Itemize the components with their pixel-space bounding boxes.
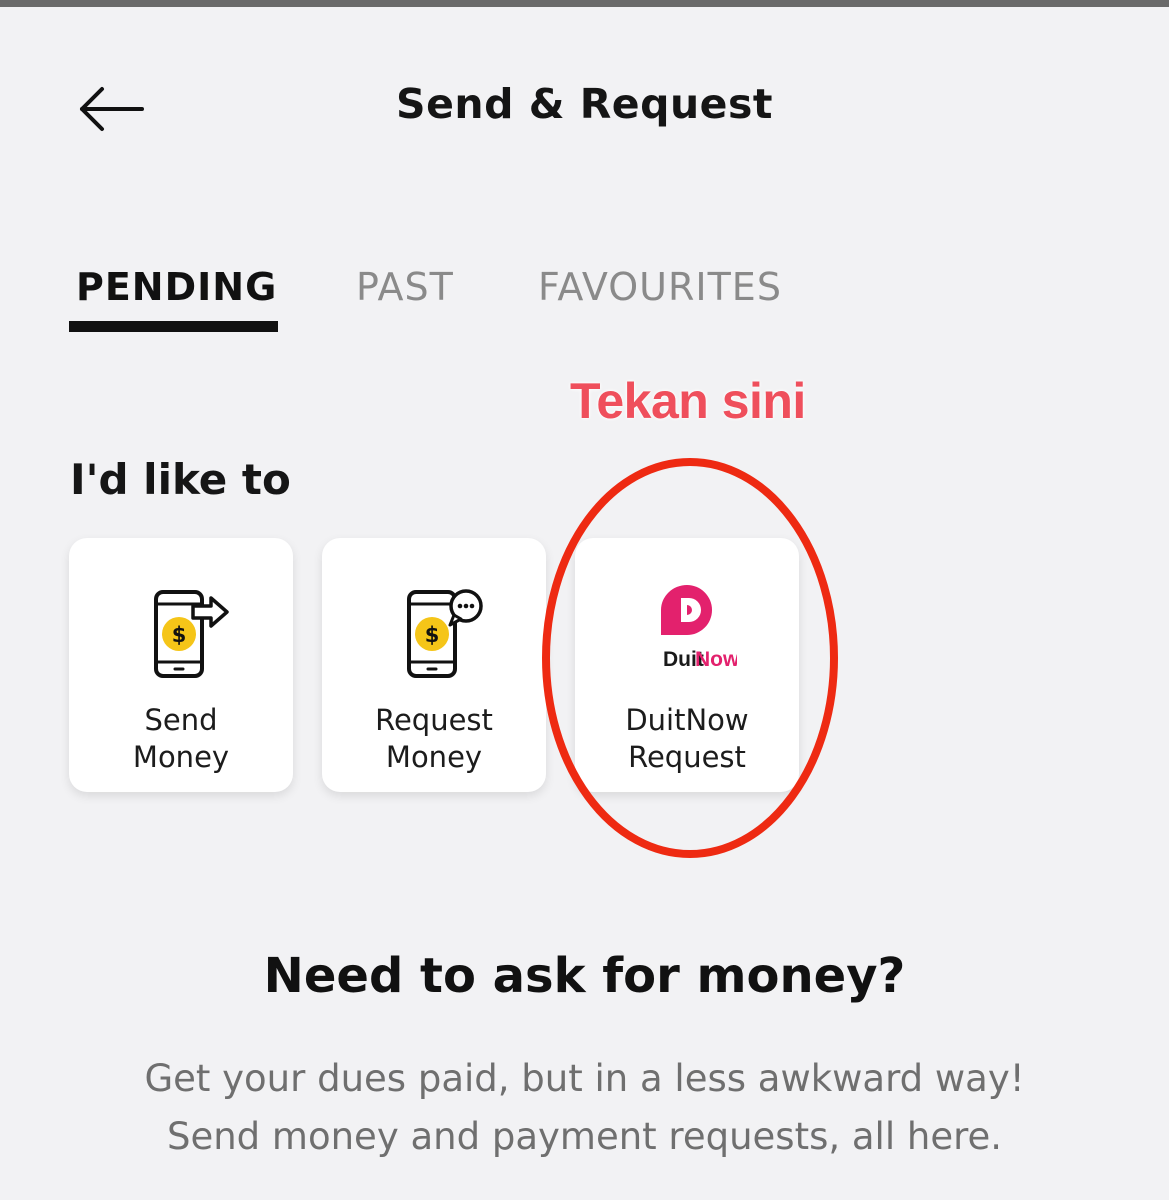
annotation-label: Tekan sini <box>570 373 806 429</box>
tab-past[interactable]: PAST <box>356 265 454 325</box>
section-heading: I'd like to <box>70 455 291 504</box>
top-status-strip <box>0 0 1169 7</box>
tab-favourites[interactable]: FAVOURITES <box>538 265 782 325</box>
duitnow-logo: Duit Now <box>661 585 737 671</box>
tab-pending[interactable]: PENDING <box>76 265 277 325</box>
promo-body: Get your dues paid, but in a less awkwar… <box>144 1057 1025 1158</box>
duitnow-request-card[interactable]: Duit Now DuitNow Request <box>575 538 799 792</box>
page-title: Send & Request <box>396 80 773 128</box>
send-money-label: Send Money <box>132 703 230 774</box>
svg-text:$: $ <box>425 623 440 647</box>
active-tab-indicator <box>69 321 278 332</box>
svg-text:$: $ <box>172 623 187 647</box>
request-money-label: Request Money <box>375 703 493 774</box>
phone-request-money-icon: $ <box>407 589 483 678</box>
phone-send-money-icon: $ <box>154 590 229 678</box>
request-money-card[interactable]: $ Request Money <box>322 538 546 792</box>
duitnow-logo-text-now: Now <box>695 648 737 671</box>
promo-heading: Need to ask for money? <box>263 948 906 1004</box>
duitnow-request-label: DuitNow Request <box>625 703 749 774</box>
send-money-card[interactable]: $ Send Money <box>69 538 293 792</box>
